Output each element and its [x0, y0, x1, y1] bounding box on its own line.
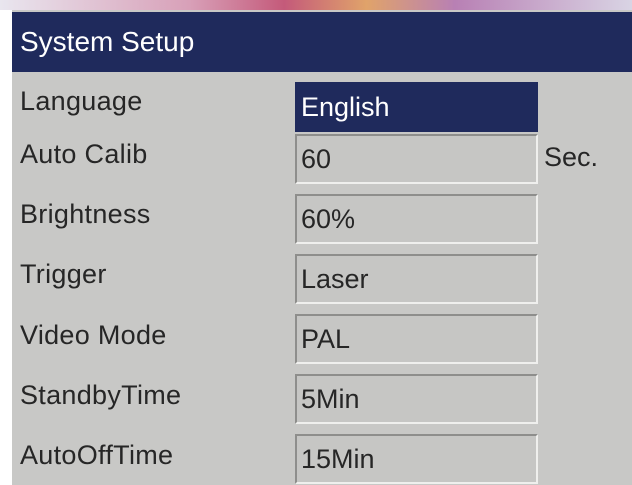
language-label: Language [20, 86, 143, 116]
auto-calib-field[interactable]: 60 [295, 134, 538, 184]
trigger-label: Trigger [20, 259, 107, 289]
standby-time-field[interactable]: 5Min [295, 374, 538, 424]
window-top-strip [0, 0, 632, 10]
video-mode-label: Video Mode [20, 320, 167, 350]
settings-panel: System Setup Language English Auto Calib… [12, 10, 632, 485]
auto-calib-unit: Sec. [544, 142, 599, 172]
system-setup-screen: System Setup Language English Auto Calib… [0, 0, 632, 485]
auto-calib-label: Auto Calib [20, 139, 148, 169]
language-field[interactable]: English [295, 82, 538, 132]
auto-off-time-field[interactable]: 15Min [295, 434, 538, 484]
video-mode-field[interactable]: PAL [295, 314, 538, 364]
standby-time-label: StandbyTime [20, 380, 182, 410]
auto-off-time-label: AutoOffTime [20, 440, 174, 470]
trigger-field[interactable]: Laser [295, 254, 538, 304]
menu-title: System Setup [12, 12, 632, 72]
brightness-label: Brightness [20, 199, 151, 229]
brightness-field[interactable]: 60% [295, 194, 538, 244]
